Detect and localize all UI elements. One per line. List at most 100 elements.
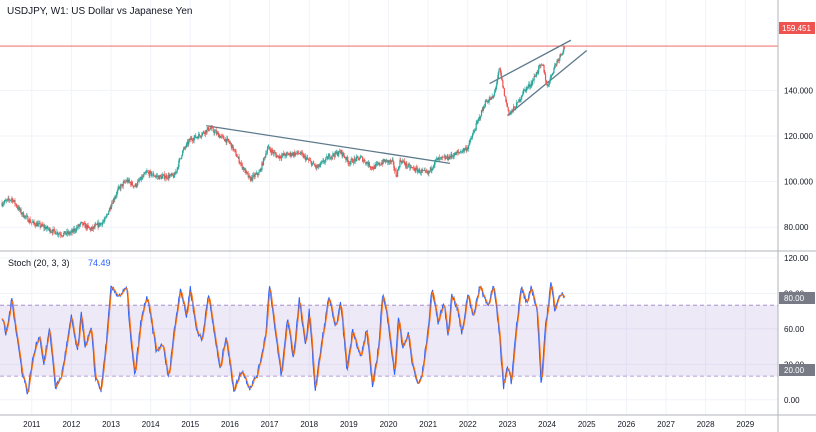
- candle-body: [510, 111, 512, 114]
- x-tick-label: 2021: [419, 420, 437, 429]
- candle-body: [509, 114, 511, 115]
- candle-body: [20, 209, 22, 214]
- x-tick-label: 2024: [538, 420, 556, 429]
- candle-body: [291, 155, 293, 156]
- candle-body: [503, 88, 505, 96]
- candle-body: [448, 159, 450, 160]
- candle-body: [561, 53, 563, 55]
- candle-body: [305, 158, 307, 161]
- candle-body: [390, 160, 393, 162]
- candle-body: [227, 139, 230, 142]
- candle-body: [357, 156, 359, 158]
- candle-body: [337, 154, 339, 156]
- candle-body: [538, 66, 540, 72]
- candle-body: [69, 233, 71, 234]
- candle-body: [368, 162, 371, 167]
- candle-body: [307, 157, 309, 160]
- candle-body: [60, 235, 63, 236]
- candle-body: [371, 166, 374, 169]
- candle-body: [145, 172, 147, 173]
- candle-body: [471, 134, 473, 138]
- candle-body: [201, 132, 204, 136]
- candle-body: [235, 151, 237, 157]
- candle-body: [515, 102, 518, 109]
- candle-body: [246, 170, 248, 173]
- candle-body: [288, 154, 291, 156]
- candle-body: [47, 229, 50, 230]
- candle-body: [149, 171, 151, 176]
- candle-body: [136, 185, 138, 187]
- candle-body: [493, 95, 495, 98]
- candle-body: [55, 234, 57, 235]
- candle-body: [451, 154, 453, 157]
- stoch-band-fill: [0, 305, 778, 377]
- candle-body: [15, 204, 18, 207]
- chart-title: USDJPY, W1: US Dollar vs Japanese Yen: [7, 6, 192, 17]
- candle-body: [2, 203, 5, 205]
- candle-body: [301, 151, 303, 154]
- candle-body: [476, 122, 478, 124]
- candle-body: [320, 162, 323, 163]
- candle-body: [22, 212, 24, 218]
- candle-body: [313, 164, 316, 166]
- candle-body: [122, 182, 124, 187]
- candle-body: [502, 80, 504, 88]
- candle-body: [137, 181, 139, 186]
- candle-body: [14, 200, 16, 205]
- candle-body: [324, 159, 326, 163]
- candle-body: [255, 174, 257, 175]
- candle-body: [366, 162, 368, 164]
- candle-body: [558, 58, 560, 61]
- candle-body: [552, 72, 554, 74]
- candle-body: [179, 158, 181, 161]
- candle-body: [166, 175, 168, 179]
- candle-body: [347, 159, 349, 164]
- candle-body: [87, 225, 89, 227]
- usdjpy-chart: 2011 2012 2013 2014 2015 2016 2017 2018 2019 2020…: [0, 0, 816, 432]
- candle-body: [506, 101, 508, 104]
- x-tick-label: 2023: [499, 420, 517, 429]
- candle-body: [65, 233, 67, 235]
- candle-body: [464, 148, 466, 151]
- candle-body: [180, 157, 182, 159]
- candle-body: [477, 120, 479, 123]
- candle-body: [54, 229, 56, 232]
- candle-body: [354, 158, 356, 160]
- candle-body: [520, 97, 522, 100]
- candle-body: [206, 129, 208, 133]
- candle-body: [321, 161, 323, 163]
- candle-body: [490, 97, 493, 100]
- candle-body: [254, 174, 256, 178]
- candle-body: [362, 160, 364, 162]
- candle-body: [274, 152, 276, 154]
- candle-body: [178, 160, 180, 168]
- x-tick-label: 2025: [578, 420, 596, 429]
- candle-body: [151, 174, 153, 176]
- candle-body: [249, 175, 251, 178]
- candle-body: [175, 171, 177, 175]
- candle-body: [153, 173, 155, 177]
- candle-body: [425, 170, 427, 172]
- candle-body: [256, 172, 258, 175]
- candle-body: [264, 157, 266, 158]
- candle-body: [266, 149, 268, 154]
- candle-body: [5, 200, 8, 201]
- candle-body: [236, 156, 238, 158]
- candle-body: [234, 149, 236, 152]
- candle-body: [12, 200, 15, 203]
- price-series: [1, 45, 566, 239]
- stoch-tick-label: 60.00: [784, 325, 805, 334]
- candle-body: [159, 175, 162, 177]
- candle-body: [403, 161, 406, 165]
- candle-body: [75, 230, 77, 232]
- candle-body: [172, 173, 174, 176]
- candle-body: [406, 166, 409, 168]
- stoch-tick-label: 0.00: [784, 396, 800, 405]
- price-tick-label: 140.000: [784, 86, 813, 95]
- candle-body: [551, 73, 554, 76]
- candle-body: [103, 220, 105, 222]
- candle-body: [503, 87, 505, 89]
- candle-body: [214, 130, 216, 133]
- candle-body: [268, 146, 271, 150]
- candle-body: [272, 149, 274, 152]
